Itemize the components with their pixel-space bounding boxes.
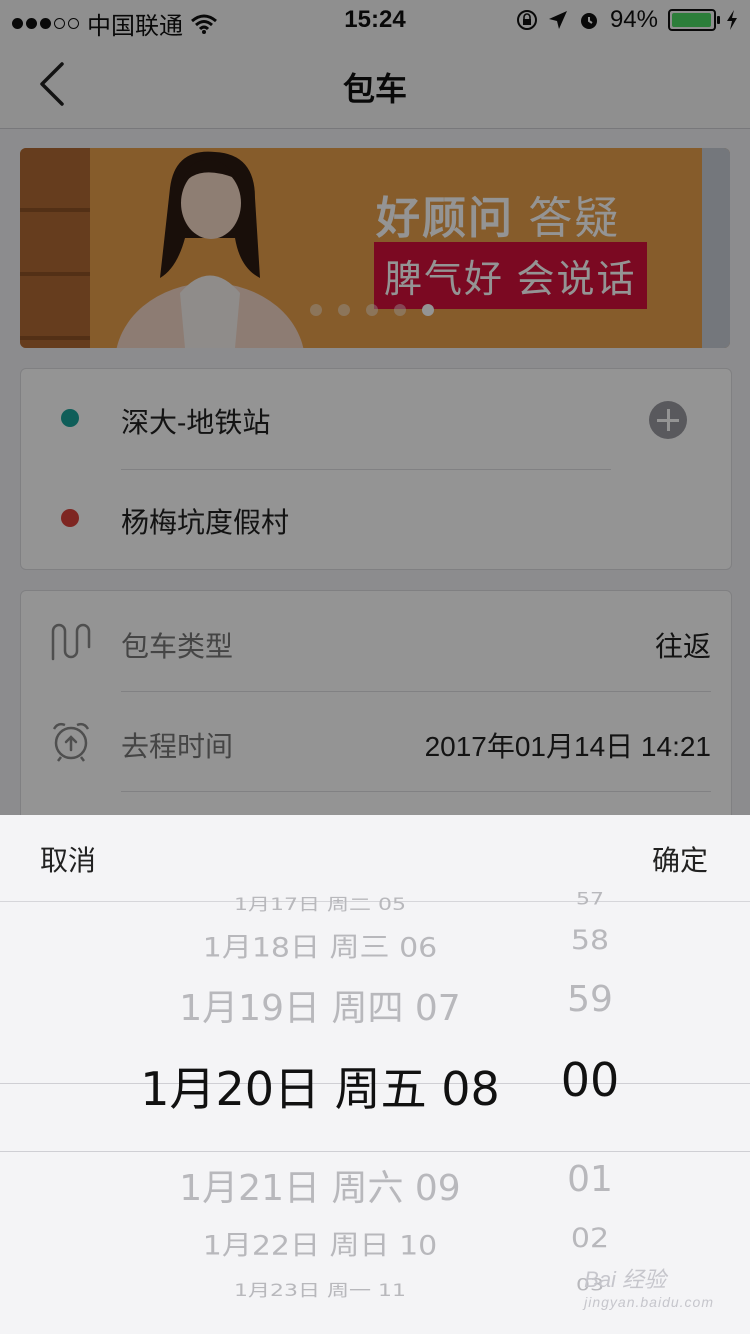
date-hour-option[interactable]: 1月19日 周四 07 xyxy=(120,979,520,1031)
minute-option[interactable]: 58 xyxy=(520,925,660,957)
minute-option[interactable]: 57 xyxy=(520,890,660,909)
charter-page: 中国联通 15:24 94% 包车 好顾问 答疑 脾气好 会说话 深大-地铁站 … xyxy=(0,0,750,1334)
date-hour-wheel[interactable]: 1月17日 周二 05 1月18日 周三 06 1月19日 周四 07 1月20日 周… xyxy=(120,896,520,1305)
date-hour-option[interactable]: 1月21日 周六 09 xyxy=(120,1159,520,1211)
baidu-jingyan-watermark: Bai 经验 jingyan.baidu.com xyxy=(584,1262,714,1310)
minute-option-selected[interactable]: 00 xyxy=(520,1053,660,1107)
minute-wheel[interactable]: 57 58 59 00 01 02 03 xyxy=(520,890,660,1305)
cancel-button[interactable]: 取消 xyxy=(40,839,96,879)
date-hour-option[interactable]: 1月18日 周三 06 xyxy=(120,925,520,965)
datetime-picker-sheet: 取消 确定 1月17日 周二 05 1月18日 周三 06 1月19日 周四 07 1… xyxy=(0,815,750,1334)
picker-toolbar: 取消 确定 xyxy=(0,815,750,902)
date-hour-option-selected[interactable]: 1月20日 周五 08 xyxy=(120,1053,520,1119)
minute-option[interactable]: 59 xyxy=(520,979,660,1020)
minute-option[interactable]: 01 xyxy=(520,1159,660,1200)
minute-option[interactable]: 02 xyxy=(520,1223,660,1255)
date-hour-option[interactable]: 1月23日 周一 11 xyxy=(120,1277,520,1301)
confirm-button[interactable]: 确定 xyxy=(652,839,708,879)
modal-backdrop[interactable] xyxy=(0,0,750,815)
date-hour-option[interactable]: 1月17日 周二 05 xyxy=(120,891,520,915)
watermark-brand: Bai 经验 xyxy=(584,1267,667,1292)
date-hour-option[interactable]: 1月22日 周日 10 xyxy=(120,1223,520,1263)
watermark-url: jingyan.baidu.com xyxy=(584,1294,714,1310)
